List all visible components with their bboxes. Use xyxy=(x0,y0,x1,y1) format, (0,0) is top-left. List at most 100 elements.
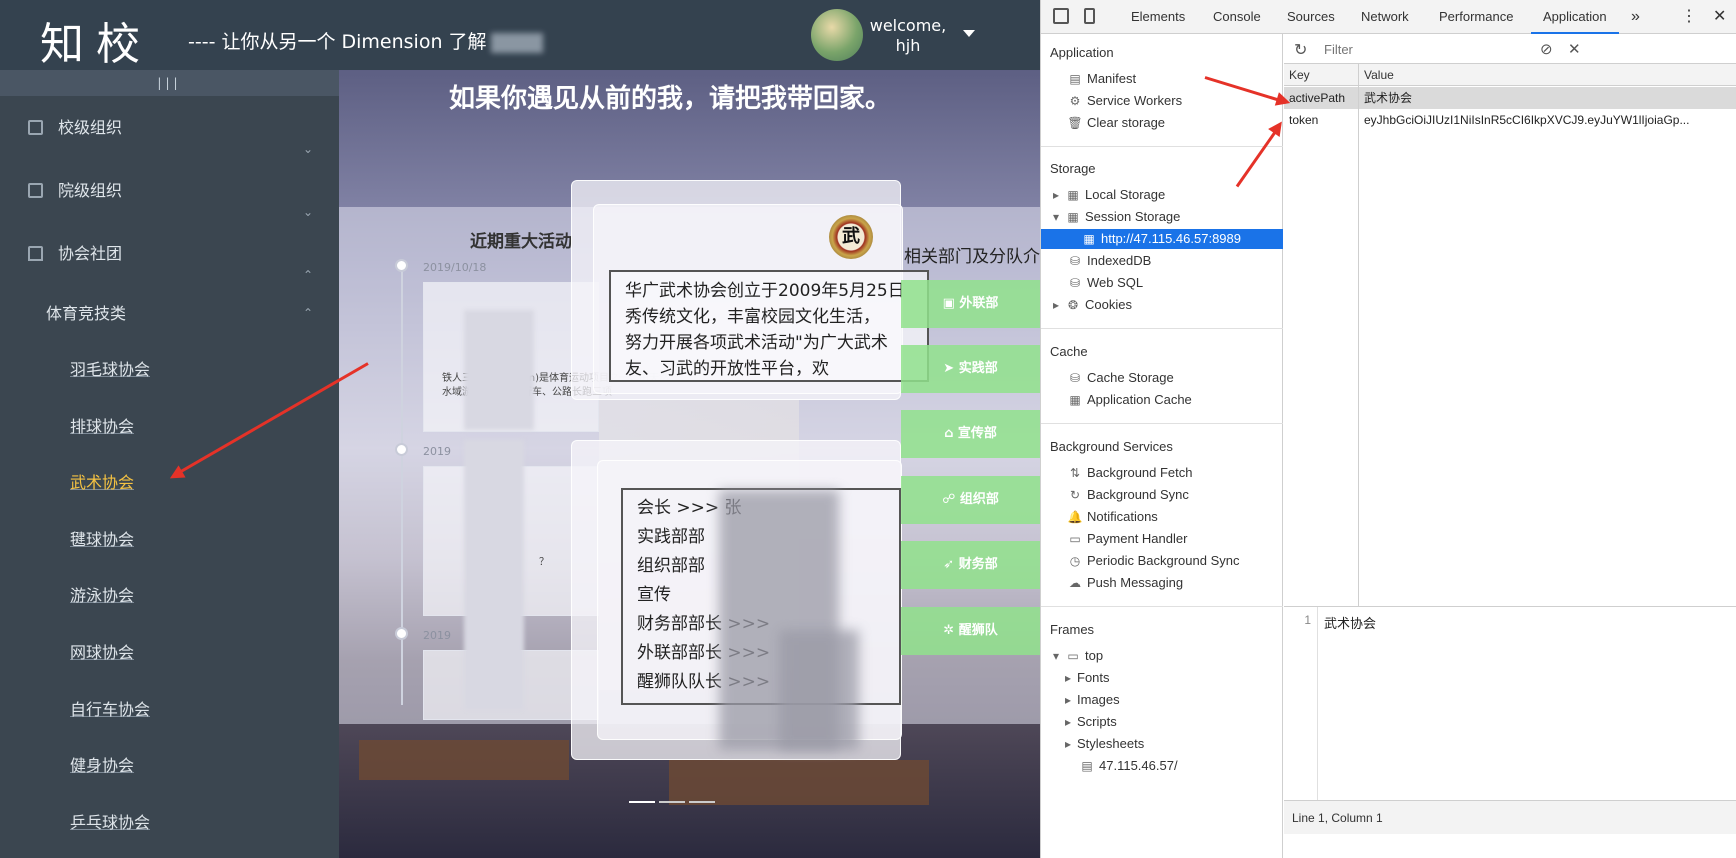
device-toolbar-icon[interactable] xyxy=(1084,8,1095,24)
tree-item-label: Web SQL xyxy=(1087,275,1144,290)
column-header-value[interactable]: Value xyxy=(1359,64,1736,86)
tab-sources[interactable]: Sources xyxy=(1287,0,1335,34)
dept-button-organization[interactable]: ☍ 组织部 xyxy=(901,476,1040,524)
refresh-icon[interactable]: ↻ xyxy=(1294,40,1307,60)
clear-all-icon[interactable]: ⊘ xyxy=(1540,40,1553,58)
welcome-label[interactable]: welcome, hjh xyxy=(868,16,948,56)
line-number-gutter: 1 xyxy=(1284,607,1318,801)
carousel-indicator[interactable] xyxy=(629,788,719,803)
section-cache: Cache xyxy=(1050,344,1088,359)
sidebar-subgroup-sports[interactable]: 体育竞技类 ⌃ xyxy=(0,285,339,342)
carousel-dot[interactable] xyxy=(629,801,655,803)
tree-item-session-storage[interactable]: ▾ ▦ Session Storage xyxy=(1051,207,1180,227)
send-icon: ➤ xyxy=(943,361,955,376)
dept-label: 实践部 xyxy=(958,361,998,376)
dept-button-lion-dance[interactable]: ✲ 醒狮队 xyxy=(901,607,1040,655)
chevron-down-icon[interactable] xyxy=(963,30,975,37)
card-icon: ▭ xyxy=(1069,532,1081,546)
tree-item-fonts[interactable]: ▸ Fonts xyxy=(1063,668,1110,688)
tree-item-clear-storage[interactable]: 🗑 Clear storage xyxy=(1067,113,1165,133)
tree-item-notifications[interactable]: 🔔 Notifications xyxy=(1067,507,1158,527)
tree-item-scripts[interactable]: ▸ Scripts xyxy=(1063,712,1117,732)
table-cell-key[interactable]: activePath xyxy=(1284,87,1359,109)
table-cell-value[interactable]: 武术协会 xyxy=(1359,87,1736,109)
section-application: Application xyxy=(1050,45,1114,60)
database-icon: ⛁ xyxy=(1069,371,1081,385)
sidebar-item-college-org[interactable]: 院级组织 ⌄ xyxy=(0,159,339,222)
tree-item-stylesheets[interactable]: ▸ Stylesheets xyxy=(1063,734,1144,754)
tab-network[interactable]: Network xyxy=(1361,0,1409,34)
app-logo[interactable]: 知校 xyxy=(40,8,152,72)
status-bar: Line 1, Column 1 xyxy=(1284,800,1736,834)
page-title: 如果你遇见从前的我，请把我带回家。 xyxy=(449,84,892,114)
dept-button-publicity[interactable]: ⌂ 宣传部 xyxy=(901,410,1040,458)
sidebar-item-fitness[interactable]: 健身协会 xyxy=(0,738,339,795)
tree-item-service-workers[interactable]: ⚙ Service Workers xyxy=(1067,91,1183,111)
chevron-right-icon: ▸ xyxy=(1052,188,1060,202)
tree-item-images[interactable]: ▸ Images xyxy=(1063,690,1120,710)
carousel-dot[interactable] xyxy=(689,801,715,803)
tree-item-label: Service Workers xyxy=(1087,93,1183,108)
sidebar-item-wushu[interactable]: 武术协会 xyxy=(0,455,339,512)
tree-item-session-origin[interactable]: ▦ http://47.115.46.57:8989 xyxy=(1041,229,1283,249)
tree-item-periodic-sync[interactable]: ◷ Periodic Background Sync xyxy=(1067,551,1240,571)
building-icon: ▣ xyxy=(942,296,955,311)
inspect-icon[interactable] xyxy=(1053,8,1069,24)
sidebar-item-tennis[interactable]: 网球协会 xyxy=(0,625,339,682)
sidebar-item-badminton[interactable]: 羽毛球协会 xyxy=(0,342,339,399)
chevron-right-icon: ▸ xyxy=(1064,737,1072,751)
carousel-dot[interactable] xyxy=(659,801,685,803)
tree-item-label: Manifest xyxy=(1087,71,1137,86)
dept-label: 外联部 xyxy=(959,296,999,311)
sidebar-item-cycling[interactable]: 自行车协会 xyxy=(0,682,339,739)
table-cell-value[interactable]: eyJhbGciOiJIUzI1NiIsInR5cCI6IkpXVCJ9.eyJ… xyxy=(1359,109,1736,131)
filter-input[interactable] xyxy=(1320,39,1530,59)
sidebar-item-label: 协会社团 xyxy=(58,244,123,263)
sidebar-item-clubs[interactable]: 协会社团 ⌃ xyxy=(0,222,339,285)
tab-console[interactable]: Console xyxy=(1213,0,1261,34)
sync-icon: ↻ xyxy=(1069,488,1081,502)
tree-item-push-messaging[interactable]: ☁ Push Messaging xyxy=(1067,573,1183,593)
group-icon: ☍ xyxy=(942,492,956,507)
table-cell-key[interactable]: token xyxy=(1284,109,1359,131)
tree-item-frame-top[interactable]: ▾ ▭ top xyxy=(1051,646,1103,666)
delete-selected-icon[interactable]: ✕ xyxy=(1568,40,1581,58)
intro-line: 秀传统文化，丰富校园文化生活， xyxy=(625,307,880,327)
tree-item-application-cache[interactable]: ▦ Application Cache xyxy=(1067,390,1191,410)
kebab-menu-icon[interactable]: ⋮ xyxy=(1681,0,1697,34)
tab-application[interactable]: Application xyxy=(1531,0,1619,34)
sidebar-item-school-org[interactable]: 校级组织 ⌄ xyxy=(0,96,339,159)
column-header-key[interactable]: Key xyxy=(1284,64,1359,86)
sidebar-item-table-tennis[interactable]: 乒乓球协会 xyxy=(0,795,339,852)
tree-item-indexeddb[interactable]: ⛁ IndexedDB xyxy=(1067,251,1151,271)
sidebar-item-shuttlecock[interactable]: 毽球协会 xyxy=(0,512,339,569)
sidebar-item-swimming[interactable]: 游泳协会 xyxy=(0,568,339,625)
tree-item-background-fetch[interactable]: ⇅ Background Fetch xyxy=(1067,463,1193,483)
tab-performance[interactable]: Performance xyxy=(1439,0,1513,34)
tree-item-payment-handler[interactable]: ▭ Payment Handler xyxy=(1067,529,1187,549)
file-icon: ▤ xyxy=(1069,72,1081,86)
close-icon[interactable]: ✕ xyxy=(1713,0,1726,34)
cloud-icon: ☁ xyxy=(1069,576,1081,590)
avatar[interactable] xyxy=(811,9,863,61)
sidebar-collapse-toggle[interactable]: ||| xyxy=(0,70,339,96)
tree-item-label: Push Messaging xyxy=(1087,575,1184,590)
dept-button-practice[interactable]: ➤ 实践部 xyxy=(901,345,1040,393)
slogan-text: ---- 让你从另一个 Dimension 了解 xyxy=(188,31,487,53)
tree-item-cookies[interactable]: ▸ ❂ Cookies xyxy=(1051,295,1132,315)
more-tabs-icon[interactable]: » xyxy=(1631,0,1640,34)
tab-elements[interactable]: Elements xyxy=(1131,0,1185,34)
tree-item-document[interactable]: ▤ 47.115.46.57/ xyxy=(1079,756,1177,776)
tree-item-cache-storage[interactable]: ⛁ Cache Storage xyxy=(1067,368,1174,388)
tree-item-local-storage[interactable]: ▸ ▦ Local Storage xyxy=(1051,185,1165,205)
sidebar: ||| 校级组织 ⌄ 院级组织 ⌄ 协会社团 ⌃ 体育竞技类 ⌃ 羽毛球协会 排球协会 … xyxy=(0,70,339,858)
intro-line: 友、习武的开放性平台，欢 xyxy=(625,359,829,379)
tree-item-background-sync[interactable]: ↻ Background Sync xyxy=(1067,485,1189,505)
preview-text[interactable]: 武术协会 xyxy=(1324,613,1376,632)
background-desk xyxy=(669,760,929,805)
dept-button-finance[interactable]: ➶ 财务部 xyxy=(901,541,1040,589)
tree-item-websql[interactable]: ⛁ Web SQL xyxy=(1067,273,1143,293)
sidebar-item-label: 校级组织 xyxy=(58,118,123,137)
tree-item-manifest[interactable]: ▤ Manifest xyxy=(1067,69,1136,89)
dept-button-liaison[interactable]: ▣ 外联部 xyxy=(901,280,1040,328)
